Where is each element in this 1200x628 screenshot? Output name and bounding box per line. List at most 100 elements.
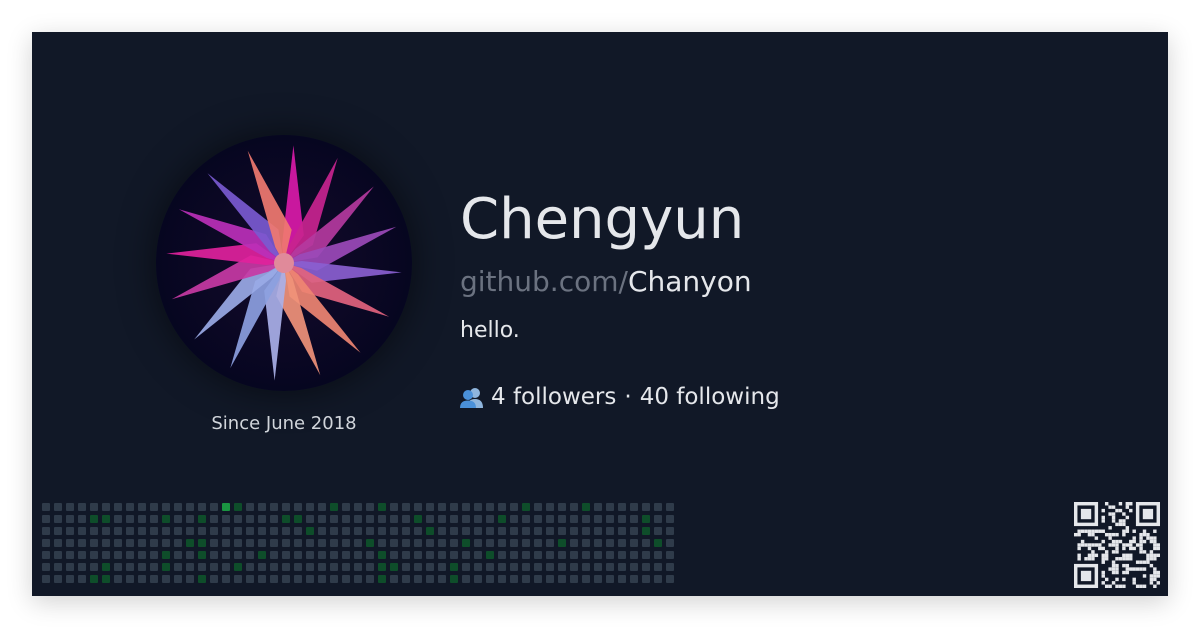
contribution-cell [510, 515, 518, 523]
contribution-cell [126, 563, 134, 571]
contribution-cell [630, 539, 638, 547]
contribution-cell [54, 563, 62, 571]
contribution-cell [102, 515, 110, 523]
contribution-cell [426, 563, 434, 571]
contribution-cell [582, 527, 590, 535]
contribution-cell [354, 563, 362, 571]
contribution-cell [330, 575, 338, 583]
contribution-cell [654, 551, 662, 559]
contribution-cell [510, 563, 518, 571]
contribution-cell [138, 503, 146, 511]
contribution-cell [54, 539, 62, 547]
contribution-cell [402, 563, 410, 571]
contribution-cell [114, 551, 122, 559]
contribution-cell [486, 563, 494, 571]
contribution-cell [342, 551, 350, 559]
contribution-cell [426, 515, 434, 523]
contribution-cell [570, 539, 578, 547]
contribution-cell [630, 551, 638, 559]
contribution-cell [234, 575, 242, 583]
follow-stats: 4 followers · 40 following [459, 386, 780, 409]
contribution-cell [114, 563, 122, 571]
contribution-cell [174, 563, 182, 571]
contribution-cell [582, 515, 590, 523]
contribution-cell [234, 563, 242, 571]
contribution-cell [462, 527, 470, 535]
contribution-cell [138, 551, 146, 559]
contribution-cell [450, 575, 458, 583]
contribution-cell [534, 527, 542, 535]
contribution-cell [342, 515, 350, 523]
stats-separator: · [624, 384, 632, 410]
contribution-cell [618, 515, 626, 523]
contribution-cell [162, 539, 170, 547]
contribution-cell [630, 575, 638, 583]
contribution-cell [222, 551, 230, 559]
contribution-cell [186, 575, 194, 583]
contribution-cell [378, 503, 386, 511]
contribution-cell [594, 503, 602, 511]
contribution-cell [546, 515, 554, 523]
contribution-cell [570, 563, 578, 571]
contribution-cell [486, 539, 494, 547]
contribution-cell [78, 527, 86, 535]
contribution-cell [210, 515, 218, 523]
contribution-cell [150, 503, 158, 511]
contribution-cell [150, 539, 158, 547]
contribution-cell [126, 539, 134, 547]
contribution-cell [42, 551, 50, 559]
contribution-cell [618, 539, 626, 547]
contribution-cell [426, 551, 434, 559]
contribution-cell [210, 539, 218, 547]
contribution-cell [270, 575, 278, 583]
contribution-cell [510, 503, 518, 511]
contribution-cell [414, 539, 422, 547]
contribution-cell [210, 551, 218, 559]
contribution-cell [342, 539, 350, 547]
contribution-cell [54, 551, 62, 559]
qr-code-icon[interactable] [1074, 502, 1160, 588]
contribution-cell [438, 575, 446, 583]
contribution-cell [258, 515, 266, 523]
member-since-label: Since June 2018 [211, 413, 357, 434]
avatar[interactable] [156, 135, 412, 391]
contribution-cell [282, 527, 290, 535]
contribution-cell [330, 539, 338, 547]
contribution-cell [306, 503, 314, 511]
followers-link[interactable]: 4 followers [491, 386, 616, 409]
contribution-cell [306, 515, 314, 523]
contribution-cell [666, 575, 674, 583]
contribution-cell [426, 527, 434, 535]
contribution-cell [378, 539, 386, 547]
contribution-cell [342, 575, 350, 583]
contribution-cell [570, 551, 578, 559]
contribution-cell [438, 539, 446, 547]
contribution-cell [606, 503, 614, 511]
contribution-cell [534, 551, 542, 559]
contribution-cell [294, 575, 302, 583]
contribution-cell [306, 539, 314, 547]
contribution-cell [126, 503, 134, 511]
contribution-cell [330, 563, 338, 571]
contribution-cell [138, 563, 146, 571]
contribution-cell [222, 527, 230, 535]
contribution-cell [174, 503, 182, 511]
contribution-cell [486, 527, 494, 535]
contribution-cell [138, 527, 146, 535]
contribution-cell [522, 563, 530, 571]
contribution-cell [270, 563, 278, 571]
contribution-cell [246, 551, 254, 559]
contribution-cell [498, 575, 506, 583]
contribution-cell [450, 527, 458, 535]
url-username: Chanyon [627, 265, 752, 298]
contribution-cell [666, 563, 674, 571]
contribution-cell [666, 551, 674, 559]
contribution-cell [582, 575, 590, 583]
contribution-cell [138, 515, 146, 523]
contribution-cell [162, 503, 170, 511]
contribution-cell [306, 527, 314, 535]
contribution-cell [282, 575, 290, 583]
following-link[interactable]: 40 following [640, 386, 780, 409]
profile-url-link[interactable]: github.com/Chanyon [460, 268, 752, 296]
contribution-cell [606, 563, 614, 571]
